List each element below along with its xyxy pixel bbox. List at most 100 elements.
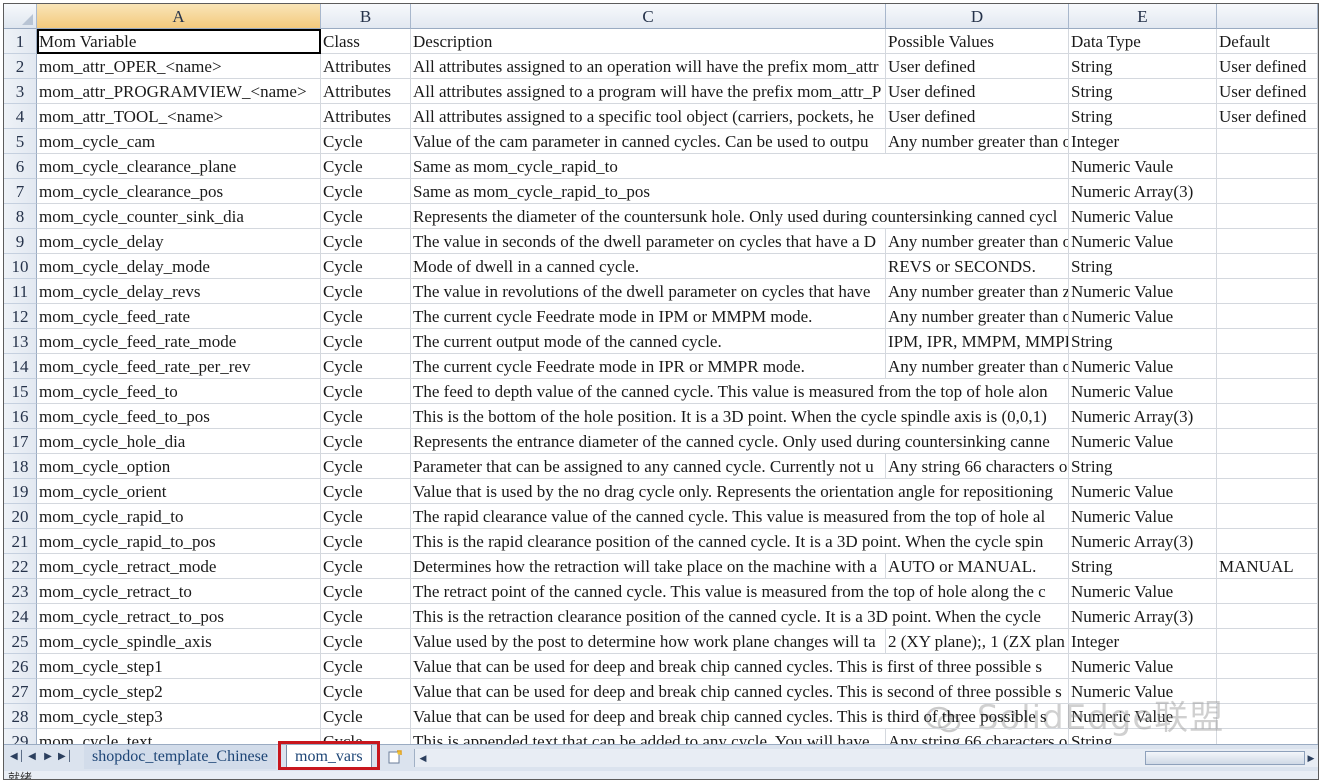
cell-data-type[interactable]: String — [1069, 554, 1217, 579]
cell-description[interactable]: Same as mom_cycle_rapid_to_pos — [411, 179, 1069, 204]
cell-mom-variable[interactable]: mom_cycle_rapid_to_pos — [37, 529, 321, 554]
cell-default[interactable] — [1217, 704, 1318, 729]
cell-mom-variable[interactable]: mom_cycle_feed_to — [37, 379, 321, 404]
cell-default[interactable]: User defined — [1217, 104, 1318, 129]
cell-class[interactable]: Cycle — [321, 204, 411, 229]
cell-data-type[interactable]: Numeric Value — [1069, 504, 1217, 529]
cell-class[interactable]: Attributes — [321, 54, 411, 79]
prev-sheet-icon[interactable]: ◀ — [26, 750, 38, 764]
cell-class[interactable]: Cycle — [321, 579, 411, 604]
cell-class[interactable]: Cycle — [321, 129, 411, 154]
cell-default[interactable] — [1217, 129, 1318, 154]
cell-data-type[interactable]: Numeric Value — [1069, 679, 1217, 704]
row-header[interactable]: 21 — [4, 529, 37, 554]
cell-description[interactable]: The current cycle Feedrate mode in IPM o… — [411, 304, 886, 329]
row-header[interactable]: 15 — [4, 379, 37, 404]
cell-class[interactable]: Cycle — [321, 179, 411, 204]
cell-data-type[interactable]: Numeric Value — [1069, 379, 1217, 404]
row-header[interactable]: 22 — [4, 554, 37, 579]
cell-possible-values[interactable]: Possible Values — [886, 29, 1069, 54]
cell-default[interactable] — [1217, 679, 1318, 704]
cell-data-type[interactable]: Numeric Value — [1069, 279, 1217, 304]
row-header[interactable]: 5 — [4, 129, 37, 154]
cell-data-type[interactable]: String — [1069, 329, 1217, 354]
cell-default[interactable] — [1217, 329, 1318, 354]
cell-class[interactable]: Attributes — [321, 104, 411, 129]
cell-class[interactable]: Cycle — [321, 454, 411, 479]
cell-description[interactable]: Parameter that can be assigned to any ca… — [411, 454, 886, 479]
cell-data-type[interactable]: String — [1069, 54, 1217, 79]
cell-mom-variable[interactable]: mom_cycle_feed_to_pos — [37, 404, 321, 429]
cell-description[interactable]: Value that can be used for deep and brea… — [411, 654, 1069, 679]
cell-description[interactable]: All attributes assigned to a program wil… — [411, 79, 886, 104]
cell-mom-variable[interactable]: mom_attr_PROGRAMVIEW_<name> — [37, 79, 321, 104]
cell-class[interactable]: Cycle — [321, 654, 411, 679]
cell-default[interactable] — [1217, 379, 1318, 404]
column-header-f[interactable] — [1217, 4, 1318, 29]
row-header[interactable]: 6 — [4, 154, 37, 179]
cell-description[interactable]: Value used by the post to determine how … — [411, 629, 886, 654]
cell-default[interactable] — [1217, 404, 1318, 429]
cell-default[interactable] — [1217, 579, 1318, 604]
column-header-b[interactable]: B — [321, 4, 411, 29]
cell-default[interactable] — [1217, 454, 1318, 479]
row-header[interactable]: 9 — [4, 229, 37, 254]
cell-data-type[interactable]: Numeric Array(3) — [1069, 179, 1217, 204]
select-all-corner[interactable] — [4, 4, 37, 29]
insert-sheet-icon[interactable] — [388, 750, 402, 764]
cell-mom-variable[interactable]: mom_cycle_delay_mode — [37, 254, 321, 279]
cell-mom-variable[interactable]: mom_cycle_orient — [37, 479, 321, 504]
cell-description[interactable]: Represents the diameter of the countersu… — [411, 204, 1069, 229]
cell-class[interactable]: Cycle — [321, 404, 411, 429]
cell-class[interactable]: Cycle — [321, 554, 411, 579]
cell-default[interactable] — [1217, 254, 1318, 279]
horizontal-scrollbar[interactable]: ◀ ▶ — [414, 749, 1318, 767]
cell-mom-variable[interactable]: mom_cycle_clearance_plane — [37, 154, 321, 179]
last-sheet-icon[interactable]: ▶│ — [58, 750, 73, 764]
scroll-right-icon[interactable]: ▶ — [1303, 749, 1318, 767]
cell-mom-variable[interactable]: mom_cycle_feed_rate_per_rev — [37, 354, 321, 379]
row-header[interactable]: 10 — [4, 254, 37, 279]
cell-data-type[interactable]: String — [1069, 254, 1217, 279]
cell-class[interactable]: Cycle — [321, 629, 411, 654]
cell-mom-variable[interactable]: mom_cycle_clearance_pos — [37, 179, 321, 204]
cell-data-type[interactable]: Data Type — [1069, 29, 1217, 54]
cell-mom-variable[interactable]: mom_cycle_retract_to — [37, 579, 321, 604]
cell-class[interactable]: Cycle — [321, 379, 411, 404]
cell-data-type[interactable]: Numeric Array(3) — [1069, 604, 1217, 629]
cell-description[interactable]: Same as mom_cycle_rapid_to — [411, 154, 1069, 179]
cell-possible-values[interactable]: User defined — [886, 54, 1069, 79]
cell-description[interactable]: Value of the cam parameter in canned cyc… — [411, 129, 886, 154]
cell-class[interactable]: Cycle — [321, 229, 411, 254]
row-header[interactable]: 28 — [4, 704, 37, 729]
cell-mom-variable[interactable]: mom_cycle_rapid_to — [37, 504, 321, 529]
cell-description[interactable]: Value that can be used for deep and brea… — [411, 679, 1069, 704]
cell-default[interactable] — [1217, 304, 1318, 329]
cell-data-type[interactable]: String — [1069, 454, 1217, 479]
cell-class[interactable]: Cycle — [321, 704, 411, 729]
cell-mom-variable[interactable]: mom_cycle_step3 — [37, 704, 321, 729]
cell-data-type[interactable]: Numeric Array(3) — [1069, 404, 1217, 429]
cell-description[interactable]: The current output mode of the canned cy… — [411, 329, 886, 354]
cell-description[interactable]: The value in revolutions of the dwell pa… — [411, 279, 886, 304]
cell-default[interactable]: User defined — [1217, 54, 1318, 79]
cell-class[interactable]: Cycle — [321, 329, 411, 354]
cell-default[interactable] — [1217, 654, 1318, 679]
cell-data-type[interactable]: Numeric Value — [1069, 579, 1217, 604]
cell-data-type[interactable]: Integer — [1069, 629, 1217, 654]
cell-description[interactable]: Value that can be used for deep and brea… — [411, 704, 1069, 729]
first-sheet-icon[interactable]: ◀│ — [10, 750, 25, 764]
cell-possible-values[interactable]: User defined — [886, 79, 1069, 104]
row-header[interactable]: 11 — [4, 279, 37, 304]
cell-possible-values[interactable]: Any number greater than z — [886, 279, 1069, 304]
row-header[interactable]: 4 — [4, 104, 37, 129]
cell-data-type[interactable]: Numeric Value — [1069, 304, 1217, 329]
cell-mom-variable[interactable]: Mom Variable — [37, 29, 321, 54]
cell-default[interactable]: Default — [1217, 29, 1318, 54]
cell-possible-values[interactable]: Any number greater than o — [886, 229, 1069, 254]
cell-possible-values[interactable]: REVS or SECONDS. — [886, 254, 1069, 279]
row-header[interactable]: 7 — [4, 179, 37, 204]
row-header[interactable]: 13 — [4, 329, 37, 354]
row-header[interactable]: 1 — [4, 29, 37, 54]
cell-description[interactable]: Value that is used by the no drag cycle … — [411, 479, 1069, 504]
